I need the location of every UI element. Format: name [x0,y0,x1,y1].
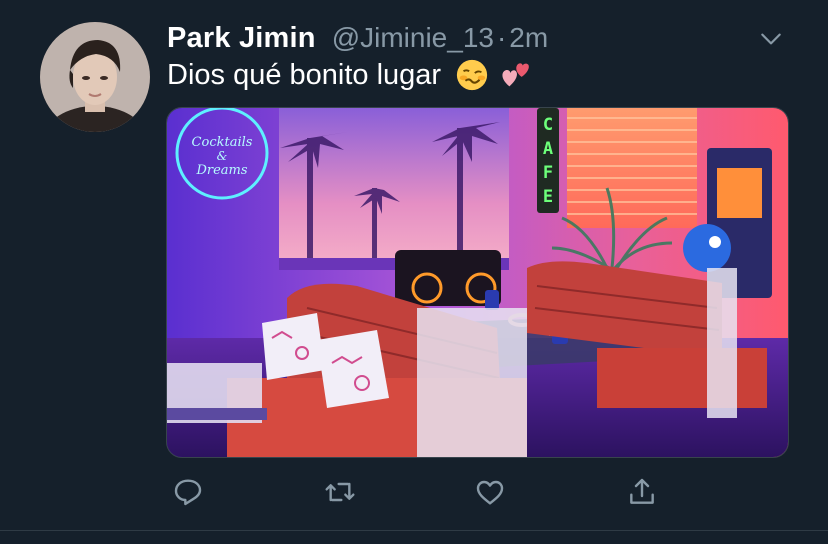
svg-text:F: F [543,163,553,183]
avatar[interactable] [40,22,150,132]
user-handle[interactable]: @Jiminie_13 [332,22,494,54]
svg-text:Dreams: Dreams [195,163,247,178]
heart-icon [476,480,504,505]
tweet[interactable]: Park Jimin @Jiminie_13 · 2m Dios qué bon… [0,0,828,544]
svg-text:A: A [543,139,553,159]
reply-button[interactable] [166,470,210,514]
retweet-button[interactable] [318,470,362,514]
tweet-text: Dios qué bonito lugar [167,58,533,92]
timestamp[interactable]: 2m [509,22,548,54]
divider [0,530,828,531]
tweet-media-image[interactable]: Cocktails & Dreams CA FE [166,107,789,458]
retro-diner-image: Cocktails & Dreams CA FE [167,108,788,457]
tweet-actions [166,470,666,514]
woozy-face-emoji [456,59,488,91]
avatar-image [40,22,150,132]
separator-dot: · [496,22,507,53]
retweet-icon [325,482,355,502]
chevron-down-icon [761,33,781,45]
reply-icon [174,479,202,506]
share-icon [630,478,654,504]
tweet-text-content: Dios qué bonito lugar [167,58,442,91]
like-button[interactable] [468,470,512,514]
two-hearts-emoji [502,63,529,87]
svg-text:&: & [217,149,228,163]
tweet-header: Park Jimin @Jiminie_13 · 2m [167,20,788,56]
svg-text:Cocktails: Cocktails [192,135,253,150]
svg-text:E: E [543,187,553,207]
display-name[interactable]: Park Jimin [167,22,316,55]
svg-text:C: C [543,115,553,135]
more-options-button[interactable] [754,22,788,56]
share-button[interactable] [620,470,664,514]
